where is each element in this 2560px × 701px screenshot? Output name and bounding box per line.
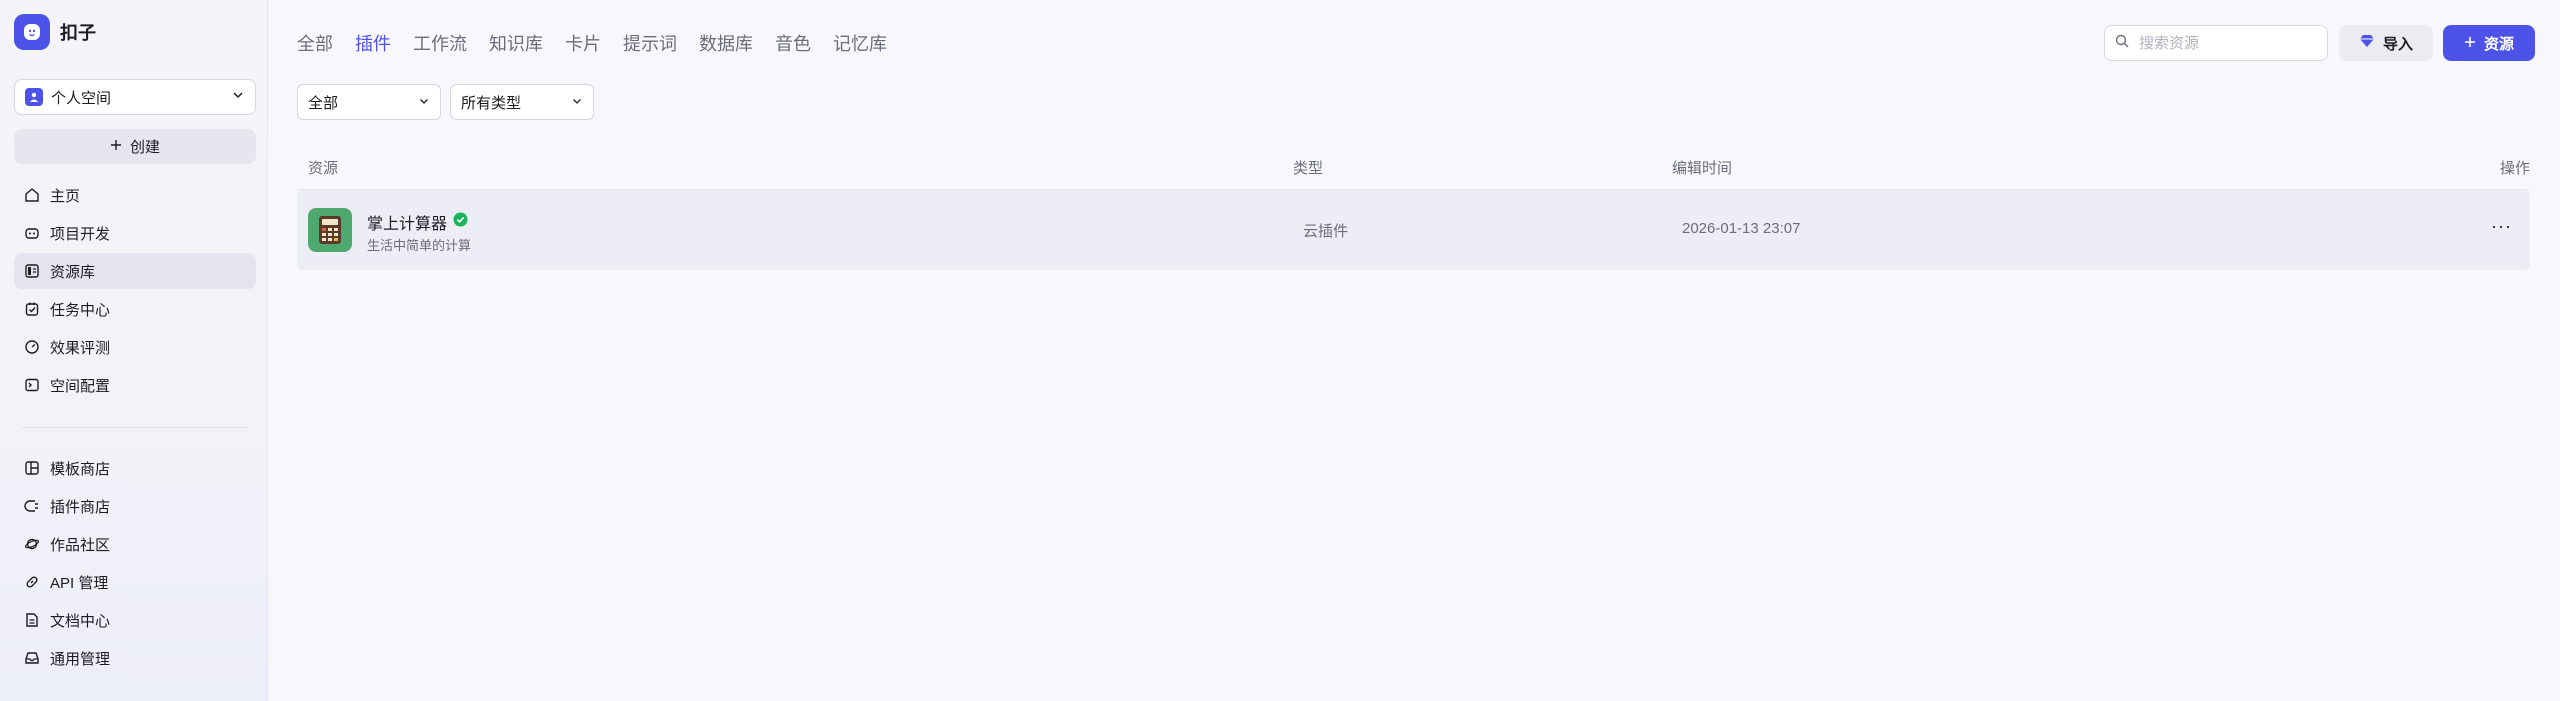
library-icon — [25, 264, 39, 278]
tab-all[interactable]: 全部 — [297, 30, 333, 56]
space-label: 个人空间 — [51, 89, 112, 107]
sidebar-item-general-settings[interactable]: 通用管理 — [14, 640, 256, 676]
calculator-icon — [308, 208, 352, 252]
sidebar-item-label: 主页 — [50, 187, 81, 205]
diamond-icon — [2359, 34, 2375, 52]
user-icon — [25, 88, 43, 106]
task-icon — [25, 302, 39, 316]
sidebar-item-projects[interactable]: 项目开发 — [14, 215, 256, 251]
verified-check-icon — [453, 212, 468, 232]
sidebar-item-label: 资源库 — [50, 263, 96, 281]
plugin-type: 云插件 — [1303, 223, 1349, 240]
coze-logo-icon — [14, 14, 50, 50]
tab-plugins[interactable]: 插件 — [355, 30, 391, 56]
sidebar-item-tasks[interactable]: 任务中心 — [14, 291, 256, 327]
main-nav: 主页 项目开发 资源库 任务中心 效果评测 空间配置 — [14, 177, 256, 405]
template-icon — [25, 461, 39, 475]
sidebar-item-evaluation[interactable]: 效果评测 — [14, 329, 256, 365]
create-button[interactable]: 创建 — [14, 129, 256, 164]
terminal-icon — [25, 378, 39, 392]
resource-tabs: 全部 插件 工作流 知识库 卡片 提示词 数据库 音色 记忆库 — [297, 30, 887, 56]
more-actions-icon[interactable]: ··· — [2491, 216, 2512, 237]
sidebar-item-community[interactable]: 作品社区 — [14, 526, 256, 562]
main-content: 全部 插件 工作流 知识库 卡片 提示词 数据库 音色 记忆库 导入 资源 全部… — [268, 0, 2560, 701]
sidebar-item-template-store[interactable]: 模板商店 — [14, 450, 256, 486]
sidebar-item-label: 文档中心 — [50, 612, 111, 630]
sidebar-item-label: 通用管理 — [50, 650, 111, 668]
sidebar-item-label: 模板商店 — [50, 460, 111, 478]
tab-workflows[interactable]: 工作流 — [413, 30, 467, 56]
scope-filter[interactable]: 全部 — [297, 84, 441, 120]
robot-icon — [25, 228, 39, 239]
inbox-icon — [25, 652, 39, 664]
home-icon — [25, 188, 39, 202]
add-resource-label: 资源 — [2483, 35, 2514, 53]
space-selector[interactable]: 个人空间 — [14, 79, 256, 115]
link-icon — [26, 576, 38, 588]
sidebar-item-label: 作品社区 — [50, 536, 111, 554]
sidebar-item-label: 项目开发 — [50, 225, 111, 243]
column-header-resource: 资源 — [308, 160, 339, 177]
chevron-down-icon — [231, 88, 245, 107]
sidebar-item-home[interactable]: 主页 — [14, 177, 256, 213]
brand[interactable]: 扣子 — [14, 14, 96, 50]
type-filter-value: 所有类型 — [461, 94, 522, 112]
sidebar-divider — [22, 427, 248, 428]
sidebar-item-label: 效果评测 — [50, 339, 111, 357]
tab-knowledge[interactable]: 知识库 — [489, 30, 543, 56]
scope-filter-value: 全部 — [308, 94, 339, 112]
sidebar-item-label: 插件商店 — [50, 498, 111, 516]
search-icon — [2115, 34, 2129, 53]
plugin-edited-time: 2026-01-13 23:07 — [1682, 220, 1801, 237]
plugin-name: 掌上计算器 — [367, 216, 448, 233]
sidebar-item-library[interactable]: 资源库 — [14, 253, 256, 289]
import-button[interactable]: 导入 — [2339, 25, 2433, 61]
tab-prompts[interactable]: 提示词 — [623, 30, 677, 56]
plus-icon — [110, 138, 122, 155]
add-resource-button[interactable]: 资源 — [2443, 25, 2535, 61]
plugin-title: 掌上计算器 — [367, 210, 468, 234]
gauge-icon — [25, 340, 39, 354]
sidebar: 扣子 个人空间 创建 主页 项目开发 资源库 任务中心 效果评测 空间配置 模板… — [0, 0, 268, 701]
sidebar-item-label: 空间配置 — [50, 377, 111, 395]
sidebar-item-plugin-store[interactable]: 插件商店 — [14, 488, 256, 524]
import-label: 导入 — [2382, 35, 2413, 53]
plugin-description: 生活中简单的计算 — [367, 238, 472, 253]
column-header-actions: 操作 — [2499, 160, 2530, 177]
column-header-type: 类型 — [1293, 160, 1324, 177]
planet-icon — [24, 538, 40, 550]
sidebar-item-label: API 管理 — [50, 574, 109, 592]
sidebar-item-docs[interactable]: 文档中心 — [14, 602, 256, 638]
create-label: 创建 — [129, 139, 160, 156]
tab-database[interactable]: 数据库 — [699, 30, 753, 56]
sidebar-item-label: 任务中心 — [50, 301, 111, 319]
search-input[interactable] — [2137, 33, 2301, 53]
chevron-down-icon — [571, 94, 583, 111]
column-header-edited-time: 编辑时间 — [1672, 160, 1733, 177]
sidebar-item-api[interactable]: API 管理 — [14, 564, 256, 600]
explore-nav: 模板商店 插件商店 作品社区 API 管理 文档中心 通用管理 — [14, 450, 256, 678]
sidebar-item-space-config[interactable]: 空间配置 — [14, 367, 256, 403]
tab-voices[interactable]: 音色 — [775, 30, 811, 56]
type-filter[interactable]: 所有类型 — [450, 84, 594, 120]
document-icon — [26, 613, 38, 627]
plus-icon — [2464, 35, 2476, 52]
tab-memory[interactable]: 记忆库 — [833, 30, 887, 56]
search-box[interactable] — [2104, 25, 2328, 61]
chevron-down-icon — [418, 94, 430, 111]
app-name: 扣子 — [60, 23, 96, 43]
table-row[interactable]: 掌上计算器 生活中简单的计算 云插件 2026-01-13 23:07 ··· — [297, 190, 2530, 270]
plugin-icon — [24, 500, 38, 512]
tab-cards[interactable]: 卡片 — [565, 30, 601, 56]
